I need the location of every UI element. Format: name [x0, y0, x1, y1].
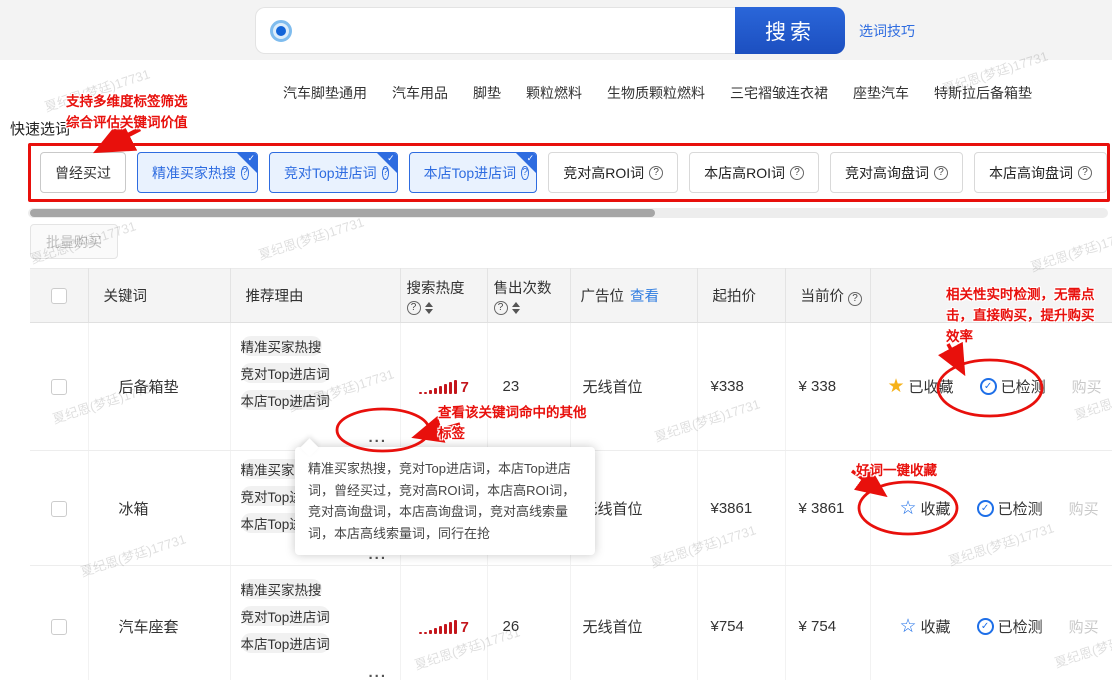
keyword-cell: 后备箱垫: [88, 323, 230, 451]
reason-tag: 精准买家热搜: [241, 336, 322, 356]
header-start-price: 起拍价: [697, 269, 785, 323]
annotation-filter-tip: 支持多维度标签筛选 综合评估关键词价值: [66, 92, 188, 134]
annotation-tags-tip: 查看该关键词命中的其他标签: [438, 403, 588, 445]
search-bar: 搜索 选词技巧: [255, 7, 915, 54]
heat-cell: 7: [400, 566, 487, 680]
reason-tag: 竞对Top进店词: [241, 606, 330, 626]
checked-status: 已检测: [977, 498, 1043, 519]
heat-bars-icon: 7: [419, 620, 487, 634]
check-circle-icon: [977, 618, 994, 635]
favorite-button[interactable]: 收藏: [900, 498, 951, 519]
help-icon[interactable]: [934, 166, 948, 180]
star-outline-icon: [900, 617, 917, 636]
star-outline-icon: [900, 499, 917, 518]
help-icon[interactable]: [790, 166, 804, 180]
horizontal-scrollbar-thumb[interactable]: [30, 209, 655, 217]
category-tag[interactable]: 座垫汽车: [853, 83, 909, 103]
help-icon[interactable]: [494, 301, 508, 315]
category-tag[interactable]: 汽车脚垫通用: [283, 83, 367, 103]
row-checkbox[interactable]: [51, 501, 67, 517]
heat-bars-icon: 7: [419, 380, 487, 394]
reason-tag: 本店Top进店词: [241, 633, 330, 653]
actions-cell: 收藏 已检测 购买: [870, 566, 1112, 680]
word-selection-tips-link[interactable]: 选词技巧: [859, 21, 915, 41]
header-current-price: 当前价: [785, 269, 870, 323]
star-filled-icon: [888, 377, 905, 396]
check-icon: [247, 153, 255, 164]
filter-competitor-top-entry-words[interactable]: 竞对Top进店词: [269, 152, 398, 193]
check-circle-icon: [977, 500, 994, 517]
category-tag[interactable]: 生物质颗粒燃料: [607, 83, 705, 103]
reason-tag: 精准买家热搜: [241, 579, 322, 599]
reason-cell: 精准买家热搜 竞对Top进店词 本店Top进店词 ...: [230, 323, 400, 451]
watermark: 夏纪恩(梦廷)17731: [256, 211, 366, 263]
check-icon: [387, 153, 395, 164]
table-row: 汽车座套 精准买家热搜 竞对Top进店词 本店Top进店词 ...: [30, 566, 1112, 680]
ad-slot-cell: 无线首位: [570, 323, 697, 451]
annotation-check-tip: 相关性实时检测，无需点击，直接购买，提升购买效率: [946, 285, 1096, 348]
category-tags-row: 汽车脚垫通用 汽车用品 脚垫 颗粒燃料 生物质颗粒燃料 三宅褶皱连衣裙 座垫汽车…: [283, 83, 1032, 103]
filter-shop-high-inquiry-words[interactable]: 本店高询盘词: [974, 152, 1107, 193]
filter-button-row: 曾经买过 精准买家热搜 竞对Top进店词 本店Top进店词 竞对高ROI词 本店…: [28, 143, 1110, 202]
ad-slot-cell: 无线首位: [570, 566, 697, 680]
header-ad-slot: 广告位查看: [570, 269, 697, 323]
header-sold-count: 售出次数: [487, 269, 570, 323]
filter-shop-top-entry-words[interactable]: 本店Top进店词: [409, 152, 538, 193]
start-price-cell: ¥754: [697, 566, 785, 680]
help-icon[interactable]: [1078, 166, 1092, 180]
category-tag[interactable]: 颗粒燃料: [526, 83, 582, 103]
filter-bought-before[interactable]: 曾经买过: [40, 152, 126, 193]
reason-tag: 竞对Top进店词: [241, 363, 330, 383]
loading-icon: [270, 20, 292, 42]
checked-status: 已检测: [980, 376, 1046, 397]
annotation-favorite-tip: 好词一键收藏: [856, 461, 937, 482]
checked-status: 已检测: [977, 616, 1043, 637]
category-tag[interactable]: 脚垫: [473, 83, 501, 103]
sold-cell: 26: [487, 566, 570, 680]
row-checkbox[interactable]: [51, 379, 67, 395]
filter-competitor-high-roi-words[interactable]: 竞对高ROI词: [548, 152, 678, 193]
keyword-tool-page: 夏纪恩(梦廷)17731 夏纪恩(梦廷)17731 夏纪恩(梦廷)17731 夏…: [0, 0, 1112, 680]
buy-button[interactable]: 购买: [1072, 376, 1102, 397]
quick-select-label: 快速选词: [10, 118, 70, 139]
current-price-cell: ¥ 754: [785, 566, 870, 680]
keyword-cell: 冰箱: [88, 451, 230, 566]
more-tags-ellipsis[interactable]: ...: [369, 429, 388, 446]
help-icon[interactable]: [649, 166, 663, 180]
more-tags-ellipsis[interactable]: ...: [369, 664, 388, 680]
start-price-cell: ¥3861: [697, 451, 785, 566]
favorited-button[interactable]: 已收藏: [888, 376, 954, 397]
row-checkbox[interactable]: [51, 619, 67, 635]
keyword-cell: 汽车座套: [88, 566, 230, 680]
help-icon[interactable]: [848, 292, 862, 306]
help-icon[interactable]: [407, 301, 421, 315]
hit-tags-tooltip: 精准买家热搜，竞对Top进店词，本店Top进店词，曾经买过，竞对高ROI词，本店…: [295, 447, 595, 555]
category-tag[interactable]: 特斯拉后备箱垫: [934, 83, 1032, 103]
reason-cell: 精准买家热搜 竞对Top进店词 本店Top进店词 ...: [230, 566, 400, 680]
buy-button[interactable]: 购买: [1069, 616, 1099, 637]
check-circle-icon: [980, 378, 997, 395]
bulk-buy-button[interactable]: 批量购买: [30, 224, 118, 259]
category-tag[interactable]: 汽车用品: [392, 83, 448, 103]
filter-shop-high-roi-words[interactable]: 本店高ROI词: [689, 152, 819, 193]
sort-icon[interactable]: [512, 302, 520, 314]
filter-precise-buyer-hot-search[interactable]: 精准买家热搜: [137, 152, 258, 193]
buy-button[interactable]: 购买: [1069, 498, 1099, 519]
start-price-cell: ¥338: [697, 323, 785, 451]
header-reason: 推荐理由: [230, 269, 400, 323]
horizontal-scrollbar-track[interactable]: [28, 208, 1108, 218]
reason-tag: 本店Top进店词: [241, 390, 330, 410]
sort-icon[interactable]: [425, 302, 433, 314]
select-all-checkbox[interactable]: [51, 288, 67, 304]
check-icon: [527, 153, 535, 164]
current-price-cell: ¥ 338: [785, 323, 870, 451]
filter-competitor-high-inquiry-words[interactable]: 竞对高询盘词: [830, 152, 963, 193]
header-search-heat: 搜索热度: [400, 269, 487, 323]
search-button[interactable]: 搜索: [735, 7, 845, 54]
view-ad-slot-link[interactable]: 查看: [630, 289, 659, 305]
header-keyword: 关键词: [88, 269, 230, 323]
category-tag[interactable]: 三宅褶皱连衣裙: [730, 83, 828, 103]
favorite-button[interactable]: 收藏: [900, 616, 951, 637]
search-input[interactable]: [255, 7, 735, 54]
